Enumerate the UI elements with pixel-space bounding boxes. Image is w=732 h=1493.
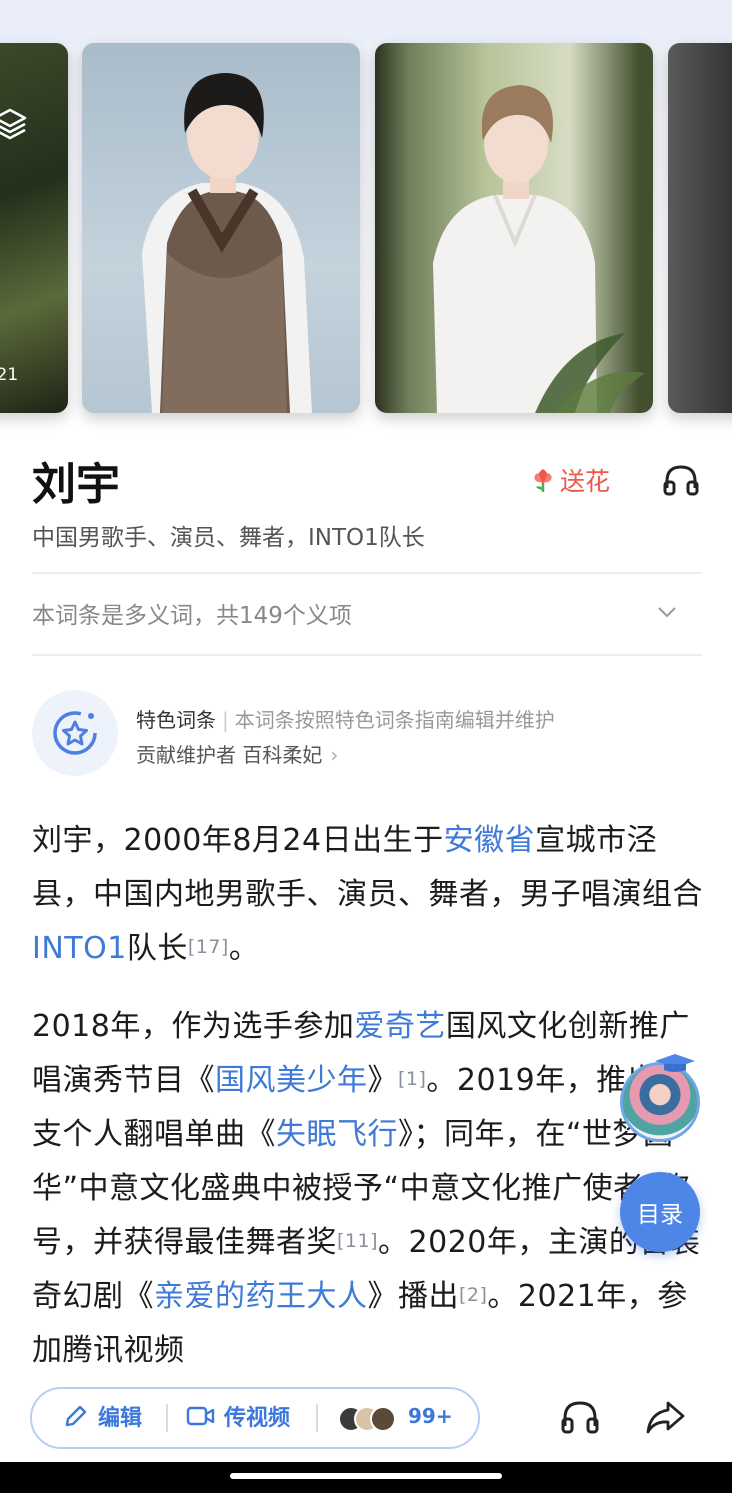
headphones-icon[interactable] <box>560 1398 600 1436</box>
divider <box>32 572 702 574</box>
entry-title: 刘宇 <box>32 459 120 510</box>
contributors-count[interactable]: 99+ <box>408 1404 453 1428</box>
layers-icon <box>0 108 27 140</box>
entry-subtitle: 中国男歌手、演员、舞者，INTO1队长 <box>32 525 425 551</box>
text: 》 <box>367 1063 398 1098</box>
maintainer-name: 百科柔妃 <box>242 743 323 767</box>
career-paragraph: 2018年，作为选手参加爱奇艺国风文化创新推广唱演秀节目《国风美少年》[1]。2… <box>32 1000 704 1378</box>
reference-link[interactable]: [17] <box>188 936 229 958</box>
link-anhui[interactable]: 安徽省 <box>444 823 536 858</box>
gallery-video-thumbnail[interactable]: 0:21 <box>0 43 68 413</box>
pencil-icon <box>65 1405 87 1427</box>
featured-badge <box>32 690 118 776</box>
gallery-photo-1[interactable] <box>82 43 360 413</box>
photo-gallery: 0:21 <box>0 0 732 440</box>
text: 》播出 <box>367 1279 459 1314</box>
table-of-contents-button[interactable]: 目录 <box>620 1172 700 1252</box>
link-drama[interactable]: 亲爱的药王大人 <box>154 1279 368 1314</box>
chevron-right-icon: › <box>330 743 339 767</box>
separator: | <box>222 708 229 732</box>
contributors-avatars[interactable] <box>338 1406 402 1432</box>
video-camera-icon <box>186 1406 215 1426</box>
divider <box>316 1404 318 1432</box>
featured-star-icon <box>53 711 97 755</box>
upload-video-button[interactable]: 传视频 <box>186 1400 290 1432</box>
reference-link[interactable]: [2] <box>459 1284 487 1306</box>
send-flower-label: 送花 <box>560 467 611 496</box>
link-iqiyi[interactable]: 爱奇艺 <box>354 1009 446 1044</box>
headphones-icon[interactable] <box>662 462 700 498</box>
text: 2018年，作为选手参加 <box>32 1009 355 1044</box>
contributor-avatar[interactable] <box>620 1062 700 1142</box>
edit-label: 编辑 <box>98 1406 143 1431</box>
status-area <box>0 0 732 44</box>
edit-button[interactable]: 编辑 <box>62 1400 142 1432</box>
text: 。 <box>228 931 260 966</box>
link-into1[interactable]: INTO1 <box>32 931 127 966</box>
text: 刘宇，2000年8月24日出生于 <box>32 823 444 858</box>
featured-description: 本词条按照特色词条指南编辑并维护 <box>234 708 555 732</box>
contributor-avatar-small <box>370 1406 396 1432</box>
flower-icon <box>534 469 552 492</box>
reference-link[interactable]: [1] <box>398 1068 426 1090</box>
divider <box>166 1404 168 1432</box>
polysemy-notice[interactable]: 本词条是多义词，共149个义项 <box>32 596 352 630</box>
link-guofeng[interactable]: 国风美少年 <box>215 1063 368 1098</box>
maintainer-prefix: 贡献维护者 <box>136 743 236 767</box>
person-figure <box>433 85 645 413</box>
text: 队长 <box>126 931 188 966</box>
featured-info: 特色词条 | 本词条按照特色词条指南编辑并维护 <box>136 704 555 733</box>
maintainer-link[interactable]: 贡献维护者 百科柔妃 › <box>136 739 338 768</box>
reference-link[interactable]: [11] <box>337 1230 378 1252</box>
person-figure <box>142 73 312 413</box>
share-icon[interactable] <box>644 1398 686 1436</box>
gallery-photo-3[interactable] <box>668 43 732 413</box>
featured-label: 特色词条 <box>136 708 216 732</box>
link-song[interactable]: 失眠飞行 <box>276 1117 398 1152</box>
gallery-photo-2[interactable] <box>375 43 653 413</box>
upload-video-label: 传视频 <box>224 1406 291 1431</box>
home-indicator[interactable] <box>230 1473 502 1479</box>
intro-paragraph: 刘宇，2000年8月24日出生于安徽省宣城市泾县，中国内地男歌手、演员、舞者，男… <box>32 814 704 976</box>
graduation-cap-icon <box>655 1054 695 1072</box>
divider <box>32 654 702 656</box>
video-duration: 0:21 <box>0 365 19 385</box>
send-flower-button[interactable]: 送花 <box>530 462 610 498</box>
chevron-down-icon[interactable] <box>656 604 678 620</box>
